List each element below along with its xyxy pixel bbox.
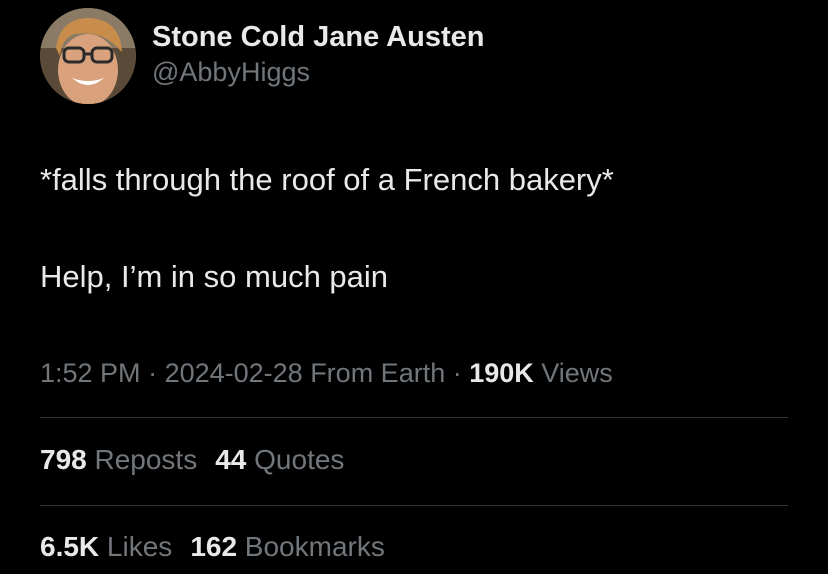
views-label: Views	[533, 358, 613, 388]
tweet-text-line-2: Help, I’m in so much pain	[40, 259, 389, 294]
views-count: 190K	[469, 358, 534, 388]
tweet-detail: Stone Cold Jane Austen @AbbyHiggs *falls…	[0, 0, 828, 574]
tweet-time[interactable]: 1:52 PM	[40, 358, 141, 388]
likes-stat[interactable]: 6.5K Likes	[40, 531, 172, 562]
tweet-source: From Earth	[302, 358, 446, 388]
avatar[interactable]	[40, 8, 136, 104]
meta-separator: ·	[445, 358, 470, 388]
engagement-row-2: 6.5K Likes 162 Bookmarks	[40, 529, 403, 565]
bookmarks-stat[interactable]: 162 Bookmarks	[190, 531, 385, 562]
tweet-date[interactable]: 2024-02-28	[165, 358, 303, 388]
user-avatar-photo-icon	[40, 8, 136, 104]
engagement-row-1: 798 Reposts 44 Quotes	[40, 442, 362, 478]
bookmarks-label: Bookmarks	[237, 531, 385, 562]
reposts-label: Reposts	[86, 444, 198, 475]
user-handle[interactable]: @AbbyHiggs	[152, 55, 484, 89]
quotes-label: Quotes	[246, 444, 345, 475]
likes-label: Likes	[99, 531, 173, 562]
quotes-stat[interactable]: 44 Quotes	[215, 444, 344, 475]
author-names: Stone Cold Jane Austen @AbbyHiggs	[152, 19, 484, 89]
tweet-text-line-1: *falls through the roof of a French bake…	[40, 162, 614, 197]
tweet-header: Stone Cold Jane Austen @AbbyHiggs	[40, 8, 484, 104]
tweet-meta: 1:52 PM · 2024-02-28 From Earth · 190K V…	[40, 355, 613, 391]
display-name[interactable]: Stone Cold Jane Austen	[152, 19, 484, 55]
divider	[40, 417, 788, 418]
reposts-stat[interactable]: 798 Reposts	[40, 444, 197, 475]
divider	[40, 505, 788, 506]
bookmarks-count: 162	[190, 531, 238, 562]
quotes-count: 44	[215, 444, 247, 475]
likes-count: 6.5K	[40, 531, 100, 562]
reposts-count: 798	[40, 444, 87, 475]
meta-separator: ·	[140, 358, 165, 388]
